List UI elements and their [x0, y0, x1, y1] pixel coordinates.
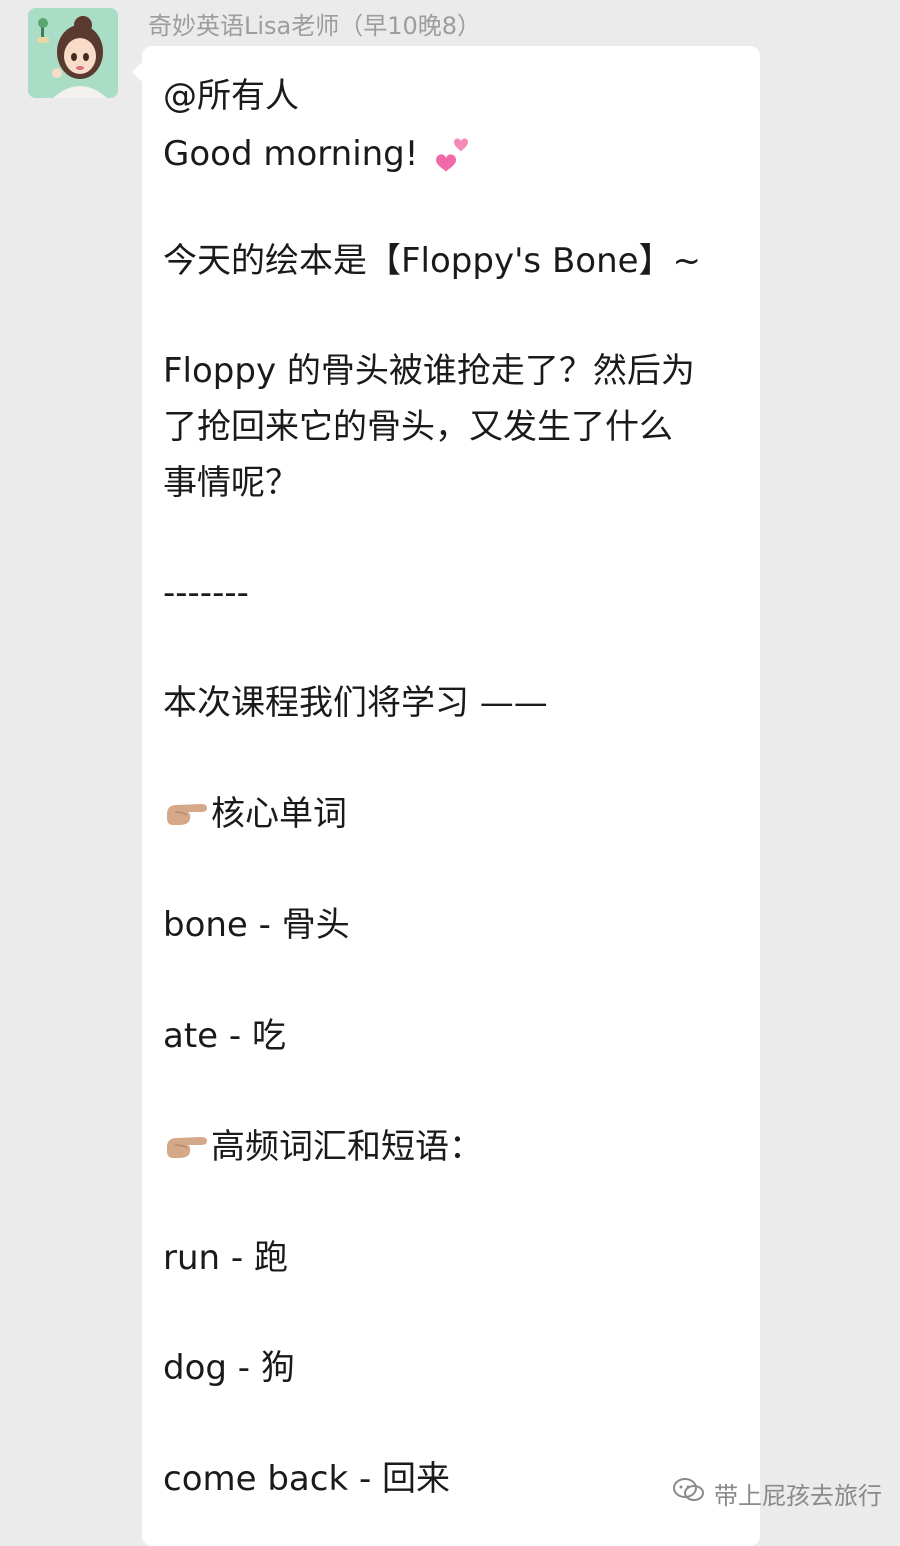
word-dog: dog - 狗: [163, 1348, 295, 1388]
question-line-2: 了抢回来它的骨头，又发生了什么: [163, 407, 673, 447]
message-bubble-tail: [132, 62, 142, 82]
phrases-heading: 高频词汇和短语：: [163, 1127, 483, 1170]
course-intro-text: 本次课程我们将学习 ——: [163, 683, 548, 723]
core-words-title: 核心单词: [211, 794, 347, 834]
book-intro-text: 今天的绘本是【Floppy's Bone】~: [163, 241, 702, 281]
avatar-image: [28, 8, 118, 98]
word-come-back: come back - 回来: [163, 1459, 451, 1499]
greeting-line: Good morning!: [163, 130, 474, 181]
sender-name: 奇妙英语Lisa老师（早10晚8）: [148, 12, 482, 40]
pointing-hand-icon: [163, 1127, 209, 1170]
word-bone: bone - 骨头: [163, 905, 350, 945]
greeting-text: Good morning!: [163, 134, 419, 174]
core-words-heading: 核心单词: [163, 794, 347, 837]
word-run: run - 跑: [163, 1238, 288, 1278]
question-line-3: 事情呢？: [163, 463, 299, 503]
question-line-1: Floppy 的骨头被谁抢走了？然后为: [163, 351, 695, 391]
phrases-title: 高频词汇和短语：: [211, 1127, 483, 1167]
pointing-hand-icon: [163, 794, 209, 837]
watermark-label: 带上屁孩去旅行: [714, 1481, 882, 1510]
sender-avatar[interactable]: [28, 8, 118, 98]
two-hearts-icon: [426, 130, 474, 181]
mention-text: @所有人: [163, 76, 299, 116]
watermark: 带上屁孩去旅行: [672, 1476, 882, 1510]
wechat-icon: [672, 1477, 706, 1509]
word-ate: ate - 吃: [163, 1016, 286, 1056]
divider-text: -------: [163, 573, 249, 613]
